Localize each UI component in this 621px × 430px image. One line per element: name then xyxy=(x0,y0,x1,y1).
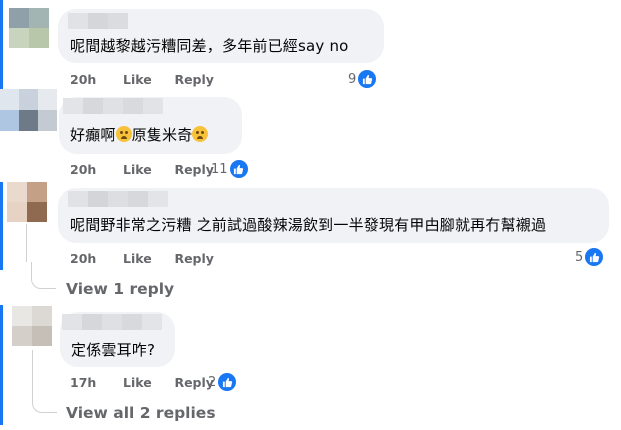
avatar[interactable] xyxy=(9,8,49,48)
author-name[interactable] xyxy=(63,98,163,114)
thread-accent-bar xyxy=(0,182,3,270)
comment-bubble: 呢間越黎越污糟同差，多年前已經say no xyxy=(58,9,384,63)
comment-text: 定係雲耳咋? xyxy=(71,341,156,359)
comment-text: 好癲啊 原隻米奇 xyxy=(70,125,209,145)
reaction-number: 9 xyxy=(348,71,357,87)
like-thumb-icon xyxy=(358,70,377,88)
avatar[interactable] xyxy=(12,306,52,346)
avatar[interactable] xyxy=(7,182,47,222)
timestamp[interactable]: 20h xyxy=(70,162,96,177)
author-name[interactable] xyxy=(62,314,162,330)
reaction-number: 5 xyxy=(575,249,584,265)
author-name[interactable] xyxy=(68,13,128,29)
reaction-number: 2 xyxy=(208,374,217,390)
reaction-count[interactable]: 5 xyxy=(575,248,604,266)
comment-text: 呢間野非常之污糟 之前試過酸辣湯飲到一半發現有甲甴腳就再冇幫襯過 xyxy=(70,216,547,234)
comment-bubble: 定係雲耳咋? xyxy=(60,312,175,367)
reply-button[interactable]: Reply xyxy=(174,162,213,177)
like-button[interactable]: Like xyxy=(123,162,152,177)
reaction-number: 11 xyxy=(211,161,228,177)
timestamp[interactable]: 20h xyxy=(70,251,96,266)
author-name[interactable] xyxy=(68,191,168,207)
reaction-count[interactable]: 11 xyxy=(211,160,248,178)
reply-button[interactable]: Reply xyxy=(174,251,213,266)
view-replies-link[interactable]: View all 2 replies xyxy=(66,404,216,422)
thread-connector xyxy=(32,384,57,413)
thread-accent-bar xyxy=(0,305,3,425)
view-replies-link[interactable]: View 1 reply xyxy=(66,280,174,298)
thread-line xyxy=(26,224,27,262)
like-button[interactable]: Like xyxy=(123,375,152,390)
reply-button[interactable]: Reply xyxy=(174,72,213,87)
comment-actions: 17h Like Reply xyxy=(70,375,214,390)
reaction-count[interactable]: 2 xyxy=(208,373,237,391)
timestamp[interactable]: 20h xyxy=(70,72,96,87)
comment-actions: 20h Like Reply xyxy=(70,162,214,177)
avatar[interactable] xyxy=(0,89,57,131)
crying-face-emoji-icon xyxy=(192,126,209,142)
timestamp[interactable]: 17h xyxy=(70,375,96,390)
comment-actions: 20h Like Reply xyxy=(70,72,214,87)
comment-bubble: 呢間野非常之污糟 之前試過酸辣湯飲到一半發現有甲甴腳就再冇幫襯過 xyxy=(58,188,609,243)
comment-actions: 20h Like Reply xyxy=(70,251,214,266)
like-button[interactable]: Like xyxy=(123,72,152,87)
like-thumb-icon xyxy=(218,373,237,391)
like-button[interactable]: Like xyxy=(123,251,152,266)
thread-line xyxy=(32,350,33,388)
thread-connector xyxy=(31,262,56,289)
reaction-count[interactable]: 9 xyxy=(348,70,377,88)
like-thumb-icon xyxy=(585,248,604,266)
comment-text: 呢間越黎越污糟同差，多年前已經say no xyxy=(70,37,349,55)
like-thumb-icon xyxy=(229,160,248,178)
comment-bubble: 好癲啊 原隻米奇 xyxy=(59,97,242,154)
crying-face-emoji-icon xyxy=(115,126,132,142)
